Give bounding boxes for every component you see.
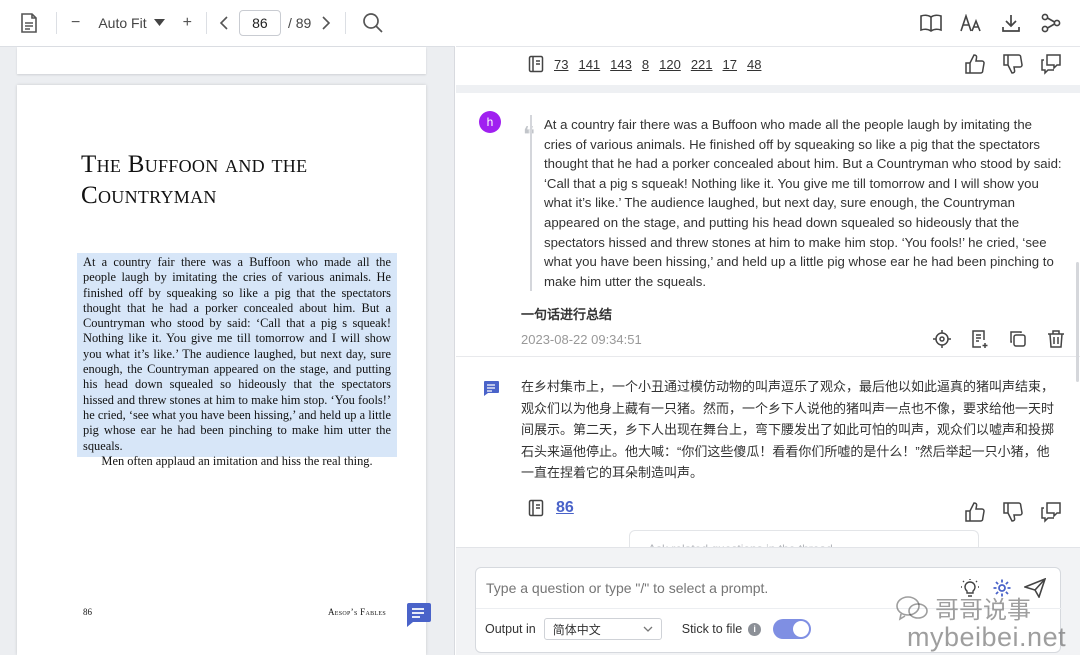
thumbs-down-icon[interactable] bbox=[1002, 501, 1024, 523]
send-icon[interactable] bbox=[1024, 578, 1046, 598]
composer-box: Output in 简体中文 Stick to file i bbox=[475, 567, 1062, 653]
output-language-label: Output in bbox=[485, 622, 536, 636]
quoted-selection: At a country fair there was a Buffoon wh… bbox=[530, 115, 1062, 292]
book-icon[interactable] bbox=[918, 10, 944, 36]
output-language-select[interactable]: 简体中文 bbox=[543, 618, 662, 640]
toggle-knob bbox=[793, 621, 810, 637]
previous-answer-footer: 73 141 143 8 120 221 17 48 bbox=[456, 47, 1080, 85]
message-actions bbox=[932, 329, 1066, 349]
chevron-down-icon[interactable] bbox=[153, 19, 165, 27]
book-ref-icon bbox=[528, 55, 544, 73]
page-ref-link[interactable]: 221 bbox=[691, 57, 713, 72]
book-ref-icon bbox=[528, 499, 544, 517]
thumbs-up-icon[interactable] bbox=[964, 501, 986, 523]
page-number-input[interactable] bbox=[238, 10, 281, 36]
zoom-in-button[interactable]: + bbox=[183, 14, 192, 32]
page-ref-link[interactable]: 73 bbox=[554, 57, 568, 72]
fable-title: The Buffoon and the Countryman bbox=[81, 151, 308, 209]
composer-area: Output in 简体中文 Stick to file i bbox=[456, 547, 1080, 655]
stick-to-file-toggle[interactable] bbox=[773, 619, 812, 639]
previous-page-sheet bbox=[17, 47, 426, 74]
stick-to-file-label: Stick to file bbox=[681, 622, 743, 636]
app-window: − Auto Fit + / 89 The Buffoon and the bbox=[0, 0, 1080, 655]
page-ref-link[interactable]: 143 bbox=[610, 57, 632, 72]
chat-pane: 73 141 143 8 120 221 17 48 h ❝ At a coun… bbox=[456, 0, 1080, 655]
page-ref-link[interactable]: 48 bbox=[747, 57, 761, 72]
composer-divider bbox=[476, 608, 1062, 609]
fable-moral: Men often applaud an imitation and hiss … bbox=[101, 454, 373, 468]
message-timestamp: 2023-08-22 09:34:51 bbox=[521, 332, 642, 347]
answer-sources: 86 bbox=[528, 499, 574, 517]
thumbs-down-icon[interactable] bbox=[1002, 53, 1024, 75]
user-message: h ❝ At a country fair there was a Buffoo… bbox=[456, 93, 1080, 357]
page-ref-link[interactable]: 120 bbox=[659, 57, 681, 72]
assistant-chat-icon bbox=[482, 379, 500, 397]
toolbar-divider bbox=[345, 12, 347, 34]
thumbs-up-icon[interactable] bbox=[964, 53, 986, 75]
chat-toolbar bbox=[456, 0, 1080, 47]
prompt-label: 一句话进行总结 bbox=[521, 307, 613, 322]
pdf-toolbar: − Auto Fit + / 89 bbox=[0, 0, 455, 47]
font-size-icon[interactable] bbox=[958, 10, 984, 36]
thread-reply-icon[interactable] bbox=[1040, 501, 1062, 523]
composer-icons bbox=[960, 578, 1046, 598]
zoom-mode-label[interactable]: Auto Fit bbox=[98, 15, 146, 31]
page-folio: 86 bbox=[83, 607, 92, 617]
toolbar-divider bbox=[205, 12, 207, 34]
assistant-answer: 在乡村集市上，一个小丑通过模仿动物的叫声逗乐了观众，最后他以如此逼真的猪叫声结束… bbox=[521, 379, 1055, 481]
chat-scrollbar[interactable] bbox=[1076, 262, 1079, 382]
source-refs-top: 73 141 143 8 120 221 17 48 bbox=[528, 55, 761, 73]
running-head: Aesop’s Fables bbox=[328, 607, 386, 617]
message-separator bbox=[456, 85, 1080, 93]
previous-page-icon[interactable] bbox=[219, 16, 229, 30]
download-icon[interactable] bbox=[998, 10, 1024, 36]
document-outline-icon[interactable] bbox=[18, 12, 40, 34]
user-avatar: h bbox=[479, 111, 501, 133]
total-pages-label: / 89 bbox=[287, 15, 312, 31]
zoom-out-button[interactable]: − bbox=[71, 14, 80, 32]
search-icon[interactable] bbox=[362, 12, 384, 34]
feedback-group bbox=[964, 501, 1062, 523]
toolbar-divider bbox=[56, 12, 57, 34]
assistant-message: 在乡村集市上，一个小丑通过模仿动物的叫声逗乐了观众，最后他以如此逼真的猪叫声结束… bbox=[456, 357, 1080, 554]
pdf-page: The Buffoon and the Countryman At a coun… bbox=[17, 85, 426, 655]
locate-icon[interactable] bbox=[932, 329, 952, 349]
question-input[interactable] bbox=[486, 580, 926, 596]
chat-bubble-icon[interactable] bbox=[404, 600, 432, 628]
page-ref-link[interactable]: 17 bbox=[723, 57, 737, 72]
chevron-down-icon bbox=[643, 626, 653, 632]
answer-page-ref-link[interactable]: 86 bbox=[556, 499, 574, 517]
copy-icon[interactable] bbox=[1008, 329, 1028, 349]
settings-gear-icon[interactable] bbox=[992, 578, 1012, 598]
page-ref-link[interactable]: 8 bbox=[642, 57, 649, 72]
composer-options: Output in 简体中文 Stick to file i bbox=[485, 618, 812, 640]
highlighted-fable-text[interactable]: At a country fair there was a Buffoon wh… bbox=[77, 253, 397, 457]
lightbulb-icon[interactable] bbox=[960, 578, 980, 598]
feedback-group bbox=[964, 53, 1062, 75]
thread-reply-icon[interactable] bbox=[1040, 53, 1062, 75]
delete-icon[interactable] bbox=[1046, 329, 1066, 349]
pdf-viewer-pane: − Auto Fit + / 89 The Buffoon and the bbox=[0, 0, 455, 655]
page-ref-link[interactable]: 141 bbox=[578, 57, 600, 72]
add-note-icon[interactable] bbox=[970, 329, 990, 349]
share-nodes-icon[interactable] bbox=[1038, 10, 1064, 36]
next-page-icon[interactable] bbox=[321, 16, 331, 30]
info-icon[interactable]: i bbox=[748, 622, 762, 636]
